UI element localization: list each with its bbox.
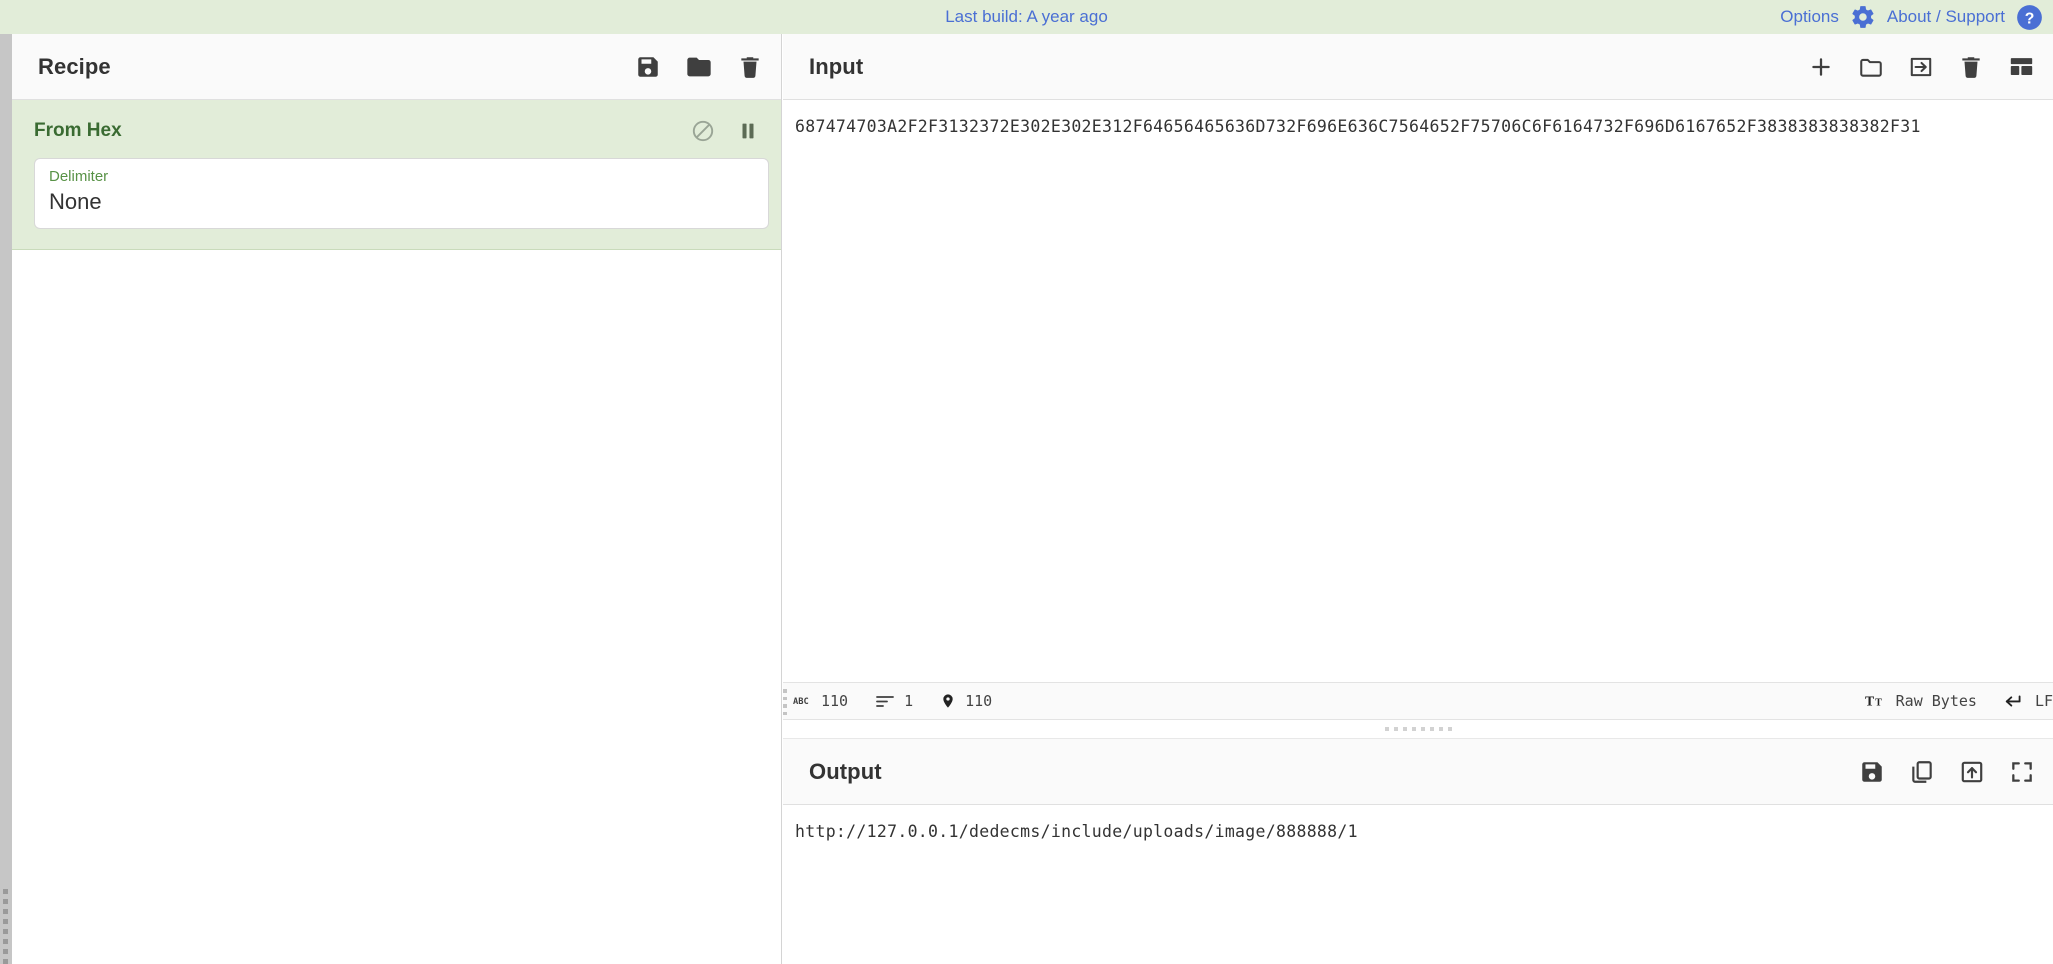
gear-icon[interactable] [1850, 4, 1876, 30]
input-title-bar: Input [783, 34, 2053, 100]
about-support-label[interactable]: About / Support [1887, 7, 2005, 27]
io-splitter-grip[interactable] [1384, 727, 1452, 731]
copy-icon[interactable] [1909, 759, 1935, 785]
input-length-value: 110 [821, 692, 849, 710]
input-pane: Input 687474703A2F2F3132372E302E302E312F… [783, 34, 2053, 720]
clear-io-icon[interactable] [1958, 54, 1984, 80]
pause-icon[interactable] [737, 120, 759, 142]
input-line-ending-value: LF [2034, 692, 2053, 710]
input-character-encoding[interactable]: T T Raw Bytes [1865, 692, 1977, 710]
save-icon[interactable] [1859, 759, 1885, 785]
last-build-link[interactable]: Last build: A year ago [945, 7, 1108, 27]
save-icon[interactable] [635, 54, 661, 80]
input-lines-group: 1 [875, 692, 913, 710]
maximise-icon[interactable] [2009, 759, 2035, 785]
output-title: Output [809, 758, 882, 784]
abc-icon: ABC [793, 694, 812, 708]
operation-header: From Hex [34, 114, 759, 148]
help-circle-icon[interactable]: ? [2016, 4, 2043, 31]
lines-icon [875, 693, 895, 709]
input-encoding-value: Raw Bytes [1895, 692, 1977, 710]
input-textarea[interactable]: 687474703A2F2F3132372E302E302E312F646564… [783, 100, 2053, 682]
map-marker-icon [940, 691, 956, 711]
delimiter-value: None [49, 189, 102, 214]
disable-icon[interactable] [691, 119, 715, 143]
svg-text:T: T [1875, 698, 1882, 709]
return-arrow-icon [2004, 693, 2026, 709]
operation-name: From Hex [34, 120, 122, 141]
recipe-pane: Recipe From Hex Delimiter None [12, 34, 782, 964]
top-banner: Last build: A year ago Options About / S… [0, 0, 2053, 34]
delimiter-label: Delimiter [49, 168, 109, 185]
output-title-bar: Output [783, 739, 2053, 805]
svg-text:ABC: ABC [793, 697, 809, 707]
input-line-ending[interactable]: LF [2004, 692, 2053, 710]
options-label[interactable]: Options [1780, 7, 1839, 27]
delimiter-select[interactable]: Delimiter None [34, 158, 769, 229]
recipe-title: Recipe [38, 53, 111, 79]
add-tab-icon[interactable] [1808, 54, 1834, 80]
input-status-right: T T Raw Bytes LF [1865, 692, 2053, 710]
input-status-grip [783, 689, 788, 715]
svg-text:T: T [1865, 694, 1874, 709]
recipe-title-bar: Recipe [12, 34, 781, 100]
banner-right-links: Options About / Support ? [1780, 4, 2043, 31]
input-status-bar: ABC 110 1 110 T T Raw Bytes LF [783, 682, 2053, 720]
operations-pane-collapsed[interactable] [0, 34, 12, 964]
open-folder-icon[interactable] [1858, 54, 1884, 80]
io-splitter[interactable] [783, 720, 2053, 738]
replace-input-icon[interactable] [1959, 759, 1985, 785]
folder-icon[interactable] [685, 53, 713, 81]
operations-splitter-grip[interactable] [3, 834, 9, 964]
output-textarea[interactable]: http://127.0.0.1/dedecms/include/uploads… [783, 805, 2053, 964]
recipe-controls [635, 53, 763, 81]
svg-text:?: ? [2025, 10, 2035, 27]
output-controls [1859, 759, 2035, 785]
input-controls [1808, 53, 2035, 80]
input-lines-value: 1 [904, 692, 914, 710]
input-position-group: 110 [940, 691, 992, 711]
font-size-icon: T T [1865, 693, 1887, 709]
input-length-group: ABC 110 [793, 692, 848, 710]
input-title: Input [809, 53, 864, 79]
delete-icon[interactable] [737, 54, 763, 80]
recipe-operation[interactable]: From Hex Delimiter None [12, 100, 781, 250]
open-folder-as-input-icon[interactable] [1908, 54, 1934, 80]
input-position-value: 110 [965, 692, 993, 710]
reset-layout-icon[interactable] [2008, 53, 2035, 80]
recipe-operation-list[interactable]: From Hex Delimiter None [12, 100, 781, 250]
io-column: Input 687474703A2F2F3132372E302E302E312F… [783, 34, 2053, 964]
recipe-empty-area[interactable] [12, 249, 781, 964]
operation-controls [691, 119, 759, 143]
output-pane: Output http://127.0.0.1/dedecms/include/… [783, 738, 2053, 964]
